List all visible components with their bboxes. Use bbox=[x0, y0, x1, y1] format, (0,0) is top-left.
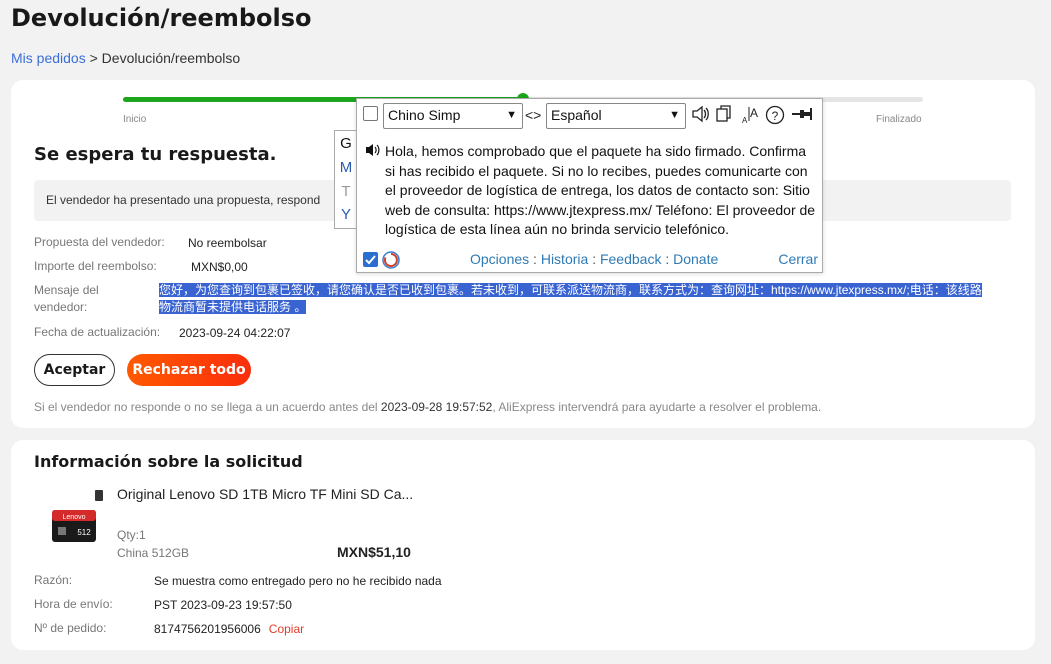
sd-card-icon bbox=[95, 490, 103, 501]
chevron-down-icon: ▼ bbox=[506, 109, 517, 121]
link-separator: : bbox=[592, 251, 597, 267]
breadcrumb-separator: > bbox=[89, 50, 98, 66]
status-title: Se espera tu respuesta. bbox=[34, 144, 277, 165]
font-size-icon[interactable]: AA bbox=[741, 105, 761, 130]
product-qty: Qty:1 bbox=[117, 528, 146, 542]
donate-link[interactable]: Donate bbox=[673, 251, 718, 267]
amount-label: Importe del reembolso: bbox=[34, 259, 157, 273]
tab-yandex[interactable]: Y bbox=[335, 206, 357, 223]
footnote-date: 2023-09-28 19:57:52 bbox=[380, 400, 493, 414]
svg-text:A: A bbox=[750, 106, 758, 120]
speaker-icon[interactable] bbox=[365, 143, 381, 160]
breadcrumb: Mis pedidos > Devolución/reembolso bbox=[11, 50, 240, 66]
request-title: Información sobre la solicitud bbox=[34, 452, 303, 471]
copy-order-button[interactable]: Copiar bbox=[269, 622, 304, 636]
translator-service-tabs: G M T Y bbox=[334, 130, 358, 229]
translator-checkbox[interactable] bbox=[363, 106, 378, 121]
reject-all-button[interactable]: Rechazar todo bbox=[127, 354, 251, 386]
refresh-icon[interactable] bbox=[381, 250, 401, 275]
reason-value: Se muestra como entregado pero no he rec… bbox=[154, 574, 442, 588]
proposal-label: Propuesta del vendedor: bbox=[34, 235, 165, 249]
product-price: MXN$51,10 bbox=[337, 544, 411, 560]
amount-value: MXN$0,00 bbox=[191, 260, 248, 274]
request-card: Información sobre la solicitud Original … bbox=[11, 440, 1035, 650]
translation-text: Hola, hemos comprobado que el paquete ha… bbox=[385, 143, 816, 237]
tab-google[interactable]: G bbox=[335, 135, 357, 152]
translator-popup: Chino Simp ▼ <> Español ▼ AA ? Hola, hem… bbox=[356, 98, 823, 273]
updated-label: Fecha de actualización: bbox=[34, 325, 161, 339]
shipped-value: PST 2023-09-23 19:57:50 bbox=[154, 598, 292, 612]
product-variant: China 512GB bbox=[117, 546, 190, 560]
footnote-before: Si el vendedor no responde o no se llega… bbox=[34, 400, 381, 414]
breadcrumb-current: Devolución/reembolso bbox=[101, 50, 241, 66]
chevron-down-icon: ▼ bbox=[669, 109, 680, 121]
history-link[interactable]: Historia bbox=[541, 251, 588, 267]
target-language-value: Español bbox=[551, 107, 602, 123]
deadline-footnote: Si el vendedor no responde o no se llega… bbox=[34, 400, 821, 414]
product-name[interactable]: Original Lenovo SD 1TB Micro TF Mini SD … bbox=[117, 486, 413, 502]
link-separator: : bbox=[533, 251, 537, 267]
thumb-capacity: 512 bbox=[77, 528, 91, 537]
step-label-end: Finalizado bbox=[876, 114, 922, 125]
product-thumbnail[interactable]: Lenovo 512 bbox=[50, 506, 98, 546]
message-label-line-2: vendedor: bbox=[34, 300, 88, 314]
seller-message: 您好，为您查询到包裹已签收，请您确认是否已收到包裹。若未收到，可联系派送物流商，… bbox=[159, 282, 1001, 316]
seller-message-line-1: 您好，为您查询到包裹已签收，请您确认是否已收到包裹。若未收到，可联系派送物流商，… bbox=[159, 283, 982, 297]
swap-languages-icon[interactable]: <> bbox=[525, 107, 541, 123]
breadcrumb-link-orders[interactable]: Mis pedidos bbox=[11, 50, 86, 66]
tab-microsoft[interactable]: M bbox=[335, 159, 357, 176]
speaker-icon[interactable] bbox=[691, 105, 711, 128]
copy-icon[interactable] bbox=[715, 105, 733, 128]
seller-message-line-2: 物流商暂未提供电话服务 。 bbox=[159, 300, 307, 314]
translator-links: Opciones : Historia : Feedback : Donate bbox=[470, 251, 718, 267]
tab-t[interactable]: T bbox=[335, 183, 357, 200]
step-label-start: Inicio bbox=[123, 114, 147, 125]
updated-value: 2023-09-24 04:22:07 bbox=[179, 326, 291, 340]
message-label-line-1: Mensaje del bbox=[34, 283, 99, 297]
close-translator-button[interactable]: Cerrar bbox=[778, 251, 818, 267]
help-icon[interactable]: ? bbox=[765, 105, 785, 130]
target-language-select[interactable]: Español ▼ bbox=[546, 103, 686, 129]
accept-button[interactable]: Aceptar bbox=[34, 354, 115, 386]
shipped-label: Hora de envío: bbox=[34, 597, 113, 611]
thumb-brand: Lenovo bbox=[63, 514, 86, 521]
svg-text:?: ? bbox=[772, 109, 779, 123]
order-number-value: 8174756201956006 Copiar bbox=[154, 622, 304, 636]
proposal-value: No reembolsar bbox=[188, 236, 267, 250]
link-separator: : bbox=[665, 251, 670, 267]
feedback-link[interactable]: Feedback bbox=[600, 251, 661, 267]
pin-icon[interactable] bbox=[791, 105, 813, 128]
svg-text:A: A bbox=[742, 116, 748, 125]
source-language-value: Chino Simp bbox=[388, 107, 461, 123]
order-number-label: Nº de pedido: bbox=[34, 621, 107, 635]
source-language-select[interactable]: Chino Simp ▼ bbox=[383, 103, 523, 129]
options-link[interactable]: Opciones bbox=[470, 251, 529, 267]
page-title: Devolución/reembolso bbox=[11, 4, 312, 32]
sd-card-image-icon: Lenovo 512 bbox=[52, 510, 96, 542]
footnote-after: , AliExpress intervendrá para ayudarte a… bbox=[492, 400, 822, 414]
auto-translate-checkbox[interactable] bbox=[363, 252, 378, 267]
order-number: 8174756201956006 bbox=[154, 622, 261, 636]
reason-label: Razón: bbox=[34, 573, 73, 587]
